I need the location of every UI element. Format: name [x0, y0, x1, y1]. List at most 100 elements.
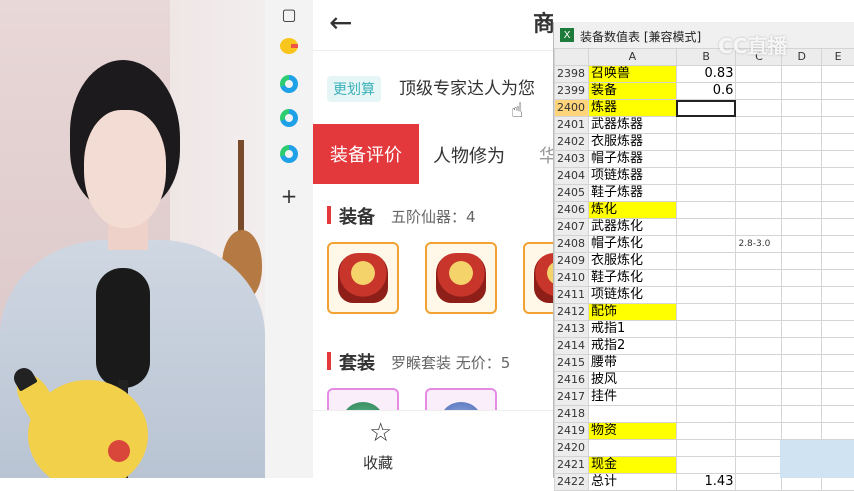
cell-e[interactable]	[822, 236, 854, 253]
cell-c[interactable]	[736, 168, 782, 185]
cell-c[interactable]	[736, 100, 782, 117]
cell-c[interactable]	[736, 372, 782, 389]
sidebar-toggle-icon[interactable]: ▢	[277, 2, 301, 26]
row-number[interactable]: 2419	[555, 423, 589, 440]
cell-e[interactable]	[822, 134, 854, 151]
cell-b[interactable]	[676, 253, 736, 270]
cell-d[interactable]	[782, 287, 822, 304]
cell-b[interactable]	[676, 440, 736, 457]
cell-c[interactable]	[736, 287, 782, 304]
column-header[interactable]: E	[822, 49, 854, 66]
cell-e[interactable]	[822, 372, 854, 389]
cell-b[interactable]	[676, 270, 736, 287]
cell-b[interactable]	[676, 355, 736, 372]
cell-e[interactable]	[822, 219, 854, 236]
cell-c[interactable]	[736, 117, 782, 134]
cell-d[interactable]	[782, 100, 822, 117]
row-number[interactable]: 2422	[555, 474, 589, 491]
cell-d[interactable]	[782, 185, 822, 202]
cell-a[interactable]: 武器炼器	[588, 117, 676, 134]
cell-b[interactable]	[676, 457, 736, 474]
cell-a[interactable]: 戒指1	[588, 321, 676, 338]
edge-shortcut-2[interactable]	[277, 106, 301, 130]
cell-d[interactable]	[782, 406, 822, 423]
row-number[interactable]: 2414	[555, 338, 589, 355]
cell-b[interactable]	[676, 338, 736, 355]
row-number[interactable]: 2411	[555, 287, 589, 304]
cell-a[interactable]: 炼化	[588, 202, 676, 219]
cell-d[interactable]	[782, 151, 822, 168]
row-number[interactable]: 2406	[555, 202, 589, 219]
cell-a[interactable]: 配饰	[588, 304, 676, 321]
cell-c[interactable]	[736, 202, 782, 219]
cell-a[interactable]: 披风	[588, 372, 676, 389]
back-arrow-icon[interactable]: ←	[329, 6, 352, 39]
cell-d[interactable]	[782, 83, 822, 100]
cell-e[interactable]	[822, 100, 854, 117]
cell-b[interactable]	[676, 321, 736, 338]
tab-character-cultivation[interactable]: 人物修为	[433, 142, 505, 168]
cell-b[interactable]	[676, 423, 736, 440]
cell-b[interactable]	[676, 134, 736, 151]
cell-b[interactable]	[676, 151, 736, 168]
cell-c[interactable]	[736, 423, 782, 440]
cell-e[interactable]	[822, 355, 854, 372]
cell-b[interactable]	[676, 202, 736, 219]
row-number[interactable]: 2412	[555, 304, 589, 321]
cell-b[interactable]	[676, 236, 736, 253]
cell-b[interactable]: 0.83	[676, 66, 736, 83]
cell-b[interactable]: 0.6	[676, 83, 736, 100]
row-number[interactable]: 2403	[555, 151, 589, 168]
cell-e[interactable]	[822, 253, 854, 270]
cell-c[interactable]	[736, 457, 782, 474]
cell-a[interactable]: 武器炼化	[588, 219, 676, 236]
cell-a[interactable]	[588, 406, 676, 423]
cell-c[interactable]	[736, 66, 782, 83]
cell-c[interactable]	[736, 185, 782, 202]
cell-b[interactable]	[676, 185, 736, 202]
cell-a[interactable]: 物资	[588, 423, 676, 440]
add-shortcut-plus-icon[interactable]: +	[277, 184, 301, 208]
cell-c[interactable]	[736, 406, 782, 423]
cell-d[interactable]	[782, 372, 822, 389]
row-number[interactable]: 2404	[555, 168, 589, 185]
cell-b[interactable]	[676, 372, 736, 389]
star-icon[interactable]: ☆	[369, 418, 392, 448]
cell-b[interactable]: 1.43	[676, 474, 736, 491]
spreadsheet-grid[interactable]: A B C D E 2398召唤兽0.832399装备0.62400炼器2401…	[554, 48, 854, 491]
cell-a[interactable]: 挂件	[588, 389, 676, 406]
cell-e[interactable]	[822, 338, 854, 355]
cell-e[interactable]	[822, 304, 854, 321]
cell-a[interactable]: 腰带	[588, 355, 676, 372]
cell-c[interactable]	[736, 151, 782, 168]
cell-c[interactable]	[736, 440, 782, 457]
cell-c[interactable]	[736, 389, 782, 406]
row-number[interactable]: 2401	[555, 117, 589, 134]
cell-d[interactable]	[782, 168, 822, 185]
equipment-item[interactable]	[327, 242, 399, 314]
cell-c[interactable]	[736, 321, 782, 338]
cell-b[interactable]	[676, 304, 736, 321]
cell-a[interactable]: 项链炼器	[588, 168, 676, 185]
edge-shortcut-1[interactable]	[277, 72, 301, 96]
tab-equipment-review[interactable]: 装备评价	[313, 124, 419, 184]
cell-e[interactable]	[822, 83, 854, 100]
cell-d[interactable]	[782, 270, 822, 287]
row-number[interactable]: 2408	[555, 236, 589, 253]
cell-d[interactable]	[782, 338, 822, 355]
row-number[interactable]: 2416	[555, 372, 589, 389]
cell-a[interactable]: 鞋子炼化	[588, 270, 676, 287]
cell-e[interactable]	[822, 287, 854, 304]
promo-text[interactable]: 顶级专家达人为您	[399, 74, 535, 99]
cell-d[interactable]	[782, 253, 822, 270]
cell-e[interactable]	[822, 389, 854, 406]
column-header[interactable]: D	[782, 49, 822, 66]
cell-c[interactable]	[736, 253, 782, 270]
row-number[interactable]: 2400	[555, 100, 589, 117]
favorite-label[interactable]: 收藏	[363, 452, 393, 473]
cell-e[interactable]	[822, 151, 854, 168]
cell-c[interactable]	[736, 355, 782, 372]
cell-b[interactable]	[676, 287, 736, 304]
cell-c[interactable]	[736, 304, 782, 321]
cell-e[interactable]	[822, 202, 854, 219]
